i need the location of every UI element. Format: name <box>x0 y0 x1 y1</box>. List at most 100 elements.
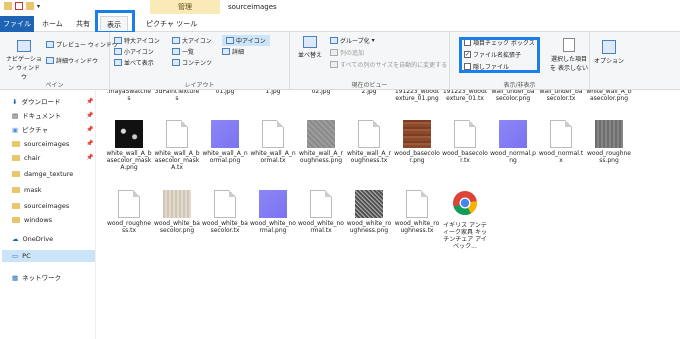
nav-pane-button[interactable]: ナビゲーション ウィンドウ <box>6 40 42 81</box>
file-item[interactable]: wood_white_roughness.png <box>346 190 392 234</box>
highlight-file-ext <box>459 37 540 73</box>
pin-icon[interactable]: 📌 <box>86 140 93 147</box>
file-item[interactable]: イギリス アンティーク家具 キッチンチェア アイベック... <box>442 190 488 250</box>
preview-pane-icon <box>46 41 54 48</box>
file-item[interactable]: wood_roughness.png <box>586 120 632 164</box>
nav-downloads-label: ダウンロード <box>21 98 61 106</box>
nav-folder-sourceimages-2[interactable]: sourceimages <box>12 200 69 212</box>
tab-file[interactable]: ファイル <box>0 16 34 32</box>
file-item[interactable]: 3dPaintTextures <box>154 90 200 102</box>
group-label-pane: ペイン <box>45 82 64 89</box>
file-item[interactable]: wall_under_basecolor.tx <box>538 90 584 102</box>
folder-icon <box>12 203 20 209</box>
file-item[interactable]: white_wall_A_basecolor_maskA.png <box>106 120 152 171</box>
file-name: wood_white_roughness.tx <box>394 220 440 234</box>
hide-selected-button[interactable]: 選択した項目を 表示しない <box>550 38 588 72</box>
file-item[interactable]: wood_white_normal.png <box>250 190 296 234</box>
file-item[interactable]: wood_white_basecolor.tx <box>202 190 248 234</box>
file-name: wood_basecolor.tx <box>442 150 488 164</box>
tab-picture-tools[interactable]: ピクチャ ツール <box>140 16 203 32</box>
file-item[interactable]: white_wall_A_roughness.tx <box>346 120 392 164</box>
group-by-button[interactable]: グループ化 ▾ <box>330 36 375 45</box>
file-item[interactable]: wood_white_roughness.tx <box>394 190 440 234</box>
pin-icon[interactable]: 📌 <box>86 126 93 133</box>
file-item[interactable]: wood_white_basecolor.png <box>154 190 200 234</box>
file-item[interactable]: wood_normal.png <box>490 120 536 164</box>
pin-icon[interactable]: 📌 <box>86 112 93 119</box>
options-label: オプション <box>594 58 625 65</box>
document-icon: ▤ <box>12 112 19 120</box>
file-item[interactable]: 1.jpg <box>250 90 296 95</box>
group-label-show-hide: 表示/非表示 <box>503 82 536 89</box>
nav-pc[interactable]: ▭ PC <box>2 250 95 262</box>
layout-small[interactable]: 小アイコン <box>114 47 154 56</box>
new-folder-icon[interactable] <box>26 2 34 10</box>
pin-icon[interactable]: 📌 <box>86 154 93 161</box>
nav-folder-windows[interactable]: windows <box>12 214 52 226</box>
file-item[interactable]: white_wall_A_roughness.png <box>298 120 344 164</box>
file-item[interactable]: wood_white_normal.tx <box>298 190 344 234</box>
pin-icon[interactable]: 📌 <box>86 98 93 105</box>
nav-pictures[interactable]: ▣ ピクチャ <box>12 124 48 136</box>
image-thumbnail <box>259 190 287 218</box>
layout-list[interactable]: 一覧 <box>172 47 194 56</box>
details-pane-button[interactable]: 詳細ウィンドウ <box>46 56 98 65</box>
file-name: wood_white_normal.png <box>250 220 296 234</box>
file-item[interactable]: wood_basecolor.png <box>394 120 440 164</box>
add-column-button[interactable]: 列の追加 <box>330 48 364 57</box>
file-item[interactable]: 01.jpg <box>202 90 248 95</box>
tab-home[interactable]: ホーム <box>36 16 69 32</box>
nav-folder-mask[interactable]: mask <box>12 184 41 196</box>
chevron-down-icon: ▾ <box>371 37 375 44</box>
layout-medium[interactable]: 中アイコン <box>222 35 270 46</box>
nav-sourceimages-label: sourceimages <box>24 140 70 148</box>
properties-icon[interactable] <box>15 2 23 10</box>
nav-folder-sourceimages[interactable]: sourceimages <box>12 138 69 150</box>
hide-selected-label: 選択した項目を 表示しない <box>550 56 588 72</box>
fit-columns-button[interactable]: すべての列のサイズを自動的に変更する <box>330 60 447 69</box>
file-item[interactable]: white_wall_A_basecolor_maskA.tx <box>154 120 200 171</box>
preview-pane-button[interactable]: プレビュー ウィンドウ <box>46 40 118 49</box>
nav-downloads[interactable]: ⬇ ダウンロード <box>12 96 60 108</box>
nav-folder-chair[interactable]: chair <box>12 152 40 164</box>
file-name: 01.jpg <box>215 90 235 95</box>
layout-large[interactable]: 大アイコン <box>172 36 212 45</box>
nav-damge-label: damge_texture <box>24 170 74 178</box>
file-item[interactable]: 2.jpg <box>346 90 392 95</box>
nav-pane-icon <box>17 40 31 52</box>
layout-content[interactable]: コンテンツ <box>172 58 212 67</box>
file-item[interactable]: .mayaSwatches <box>106 90 152 102</box>
file-item[interactable]: 191223_woodtexture_01.tx <box>442 90 488 102</box>
image-thumbnail <box>211 120 239 148</box>
file-item[interactable]: wall_under_basecolor.png <box>490 90 536 102</box>
tab-share[interactable]: 共有 <box>70 16 96 32</box>
document-icon <box>214 190 236 218</box>
layout-tiles[interactable]: 並べて表示 <box>114 58 154 67</box>
file-item[interactable]: wood_roughness.tx <box>106 190 152 234</box>
file-item[interactable]: 191223_woodtexture_01.png <box>394 90 440 102</box>
nav-network[interactable]: ▦ ネットワーク <box>12 272 61 284</box>
folder-icon <box>12 187 20 193</box>
nav-documents[interactable]: ▤ ドキュメント <box>12 110 61 122</box>
file-item[interactable]: wood_normal.tx <box>538 120 584 164</box>
file-item[interactable]: white_wall_A_basecolor.png <box>586 90 632 102</box>
add-column-label: 列の追加 <box>340 50 365 57</box>
file-item[interactable]: white_wall_A_normal.tx <box>250 120 296 164</box>
nav-folder-damge-texture[interactable]: damge_texture <box>12 168 73 180</box>
layout-details[interactable]: 詳細 <box>222 47 244 56</box>
sort-button[interactable]: 並べ替え <box>296 36 324 59</box>
file-name: 1.jpg <box>265 90 281 95</box>
quick-access-toolbar: ▾ <box>4 2 40 10</box>
file-name: white_wall_A_basecolor_maskA.png <box>106 150 152 171</box>
image-thumbnail <box>355 190 383 218</box>
options-button[interactable]: オプション <box>594 40 624 65</box>
qa-dropdown-icon[interactable]: ▾ <box>37 3 40 10</box>
file-item[interactable]: 02.jpg <box>298 90 344 95</box>
image-thumbnail <box>403 120 431 148</box>
file-item[interactable]: wood_basecolor.tx <box>442 120 488 164</box>
layout-xlarge[interactable]: 特大アイコン <box>114 36 160 45</box>
file-item[interactable]: white_wall_A_normal.png <box>202 120 248 164</box>
nav-onedrive-label: OneDrive <box>22 235 54 243</box>
nav-onedrive[interactable]: ☁ OneDrive <box>12 233 53 245</box>
nav-pictures-label: ピクチャ <box>22 126 49 134</box>
